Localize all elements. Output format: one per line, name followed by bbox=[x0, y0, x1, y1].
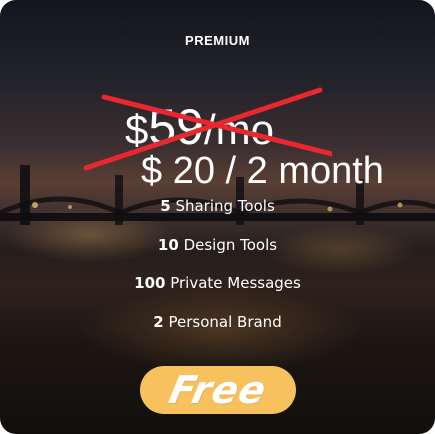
plan-title: PREMIUM bbox=[185, 33, 250, 48]
feature-label: Personal Brand bbox=[168, 312, 282, 331]
feature-item: 2 Personal Brand bbox=[0, 312, 435, 351]
feature-list: 5 Sharing Tools 10 Design Tools 100 Priv… bbox=[0, 196, 435, 350]
free-button[interactable]: Free bbox=[140, 366, 296, 414]
feature-count: 2 bbox=[153, 312, 164, 331]
feature-item: 10 Design Tools bbox=[0, 235, 435, 274]
old-price-period: /mo bbox=[203, 106, 274, 153]
feature-item: 5 Sharing Tools bbox=[0, 196, 435, 235]
feature-count: 5 bbox=[160, 197, 171, 215]
old-price-symbol: $ bbox=[125, 106, 149, 153]
feature-item: 100 Private Messages bbox=[0, 273, 435, 312]
feature-label: Design Tools bbox=[183, 235, 278, 254]
feature-count: 10 bbox=[157, 235, 179, 254]
free-button-label: Free bbox=[165, 368, 271, 412]
feature-count: 100 bbox=[134, 274, 166, 292]
pricing-card: PREMIUM $59/mo $ 20 / 2 month 5 Sharing … bbox=[0, 0, 435, 434]
feature-label: Sharing Tools bbox=[175, 197, 275, 215]
old-price-amount: 59 bbox=[148, 99, 204, 155]
new-price: $ 20 / 2 month bbox=[141, 150, 384, 192]
feature-label: Private Messages bbox=[170, 274, 301, 292]
old-price: $59/mo bbox=[125, 98, 274, 156]
